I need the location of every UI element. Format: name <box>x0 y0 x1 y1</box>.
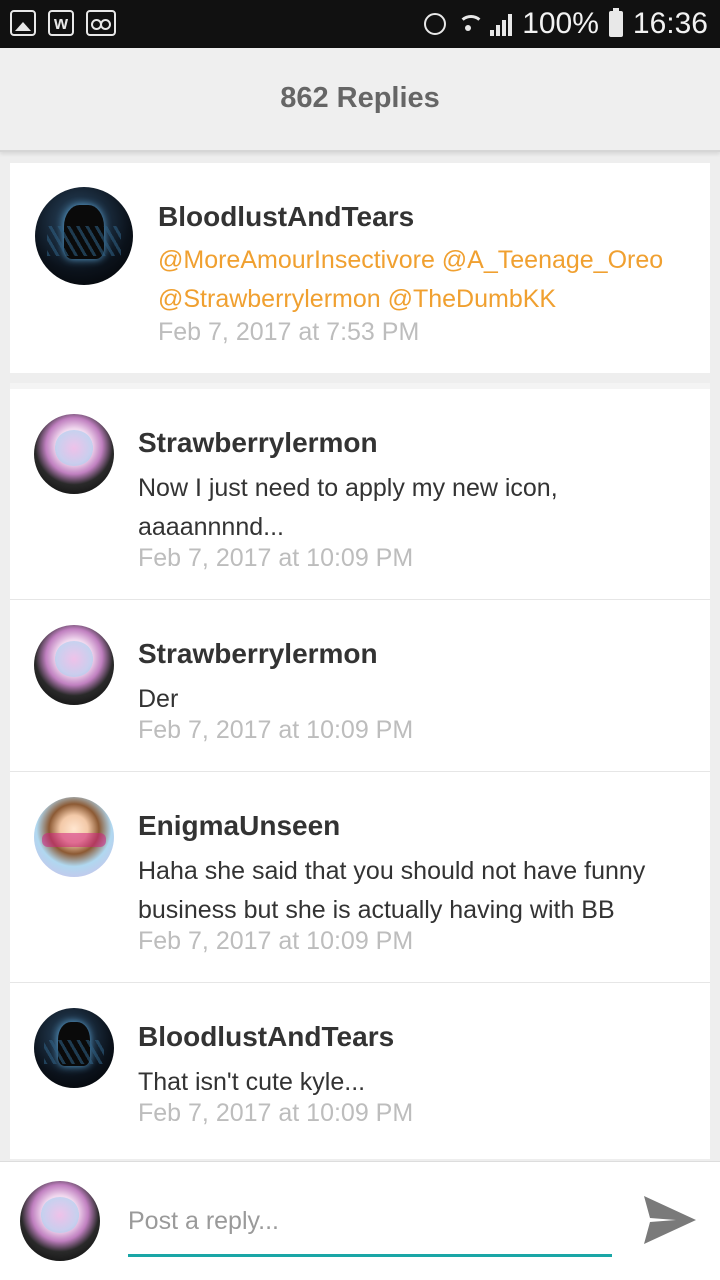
list-item[interactable]: Strawberrylermon Der Feb 7, 2017 at 10:0… <box>10 600 710 772</box>
reply-username[interactable]: Strawberrylermon <box>138 638 378 670</box>
avatar[interactable] <box>34 625 114 705</box>
wifi-icon <box>456 13 485 35</box>
reply-body: Now I just need to apply my new icon, aa… <box>138 469 688 547</box>
original-post[interactable]: BloodlustAndTears @MoreAmourInsectivore … <box>10 163 710 373</box>
reply-timestamp: Feb 7, 2017 at 10:09 PM <box>138 927 414 955</box>
reply-body-line: Now I just need to apply my new icon, <box>138 474 558 502</box>
wattpad-icon: w <box>48 10 74 36</box>
post-username[interactable]: BloodlustAndTears <box>158 201 414 233</box>
reply-body-line: aaaannnnd... <box>138 513 284 541</box>
reply-body-line: That isn't cute kyle... <box>138 1068 366 1096</box>
avatar[interactable] <box>34 414 114 494</box>
reply-timestamp: Feb 7, 2017 at 10:09 PM <box>138 544 414 572</box>
send-button[interactable] <box>640 1192 700 1248</box>
clock: 16:36 <box>632 7 708 40</box>
app-header: 862 Replies <box>0 48 720 152</box>
reply-body-line: business but she is actually having with… <box>138 896 615 924</box>
reply-timestamp: Feb 7, 2017 at 10:09 PM <box>138 1099 414 1127</box>
list-item[interactable]: BloodlustAndTears That isn't cute kyle..… <box>10 983 710 1159</box>
image-icon <box>10 10 36 36</box>
reply-input[interactable] <box>128 1200 612 1242</box>
battery-icon <box>608 8 623 37</box>
reply-username[interactable]: BloodlustAndTears <box>138 1021 394 1053</box>
list-item[interactable]: EnigmaUnseen Haha she said that you shou… <box>10 772 710 983</box>
reply-body: Haha she said that you should not have f… <box>138 852 688 930</box>
reply-composer <box>0 1161 720 1280</box>
mentions-line[interactable]: @MoreAmourInsectivore @A_Teenage_Oreo <box>158 241 698 280</box>
voicemail-icon <box>86 10 116 36</box>
reply-username[interactable]: EnigmaUnseen <box>138 810 340 842</box>
alarm-icon <box>424 13 447 35</box>
page-title: 862 Replies <box>280 82 440 114</box>
post-mentions[interactable]: @MoreAmourInsectivore @A_Teenage_Oreo @S… <box>158 241 698 319</box>
notification-icons: w <box>10 10 116 36</box>
reply-body-line: Der <box>138 685 179 713</box>
status-bar: w 100% 16:36 <box>0 0 720 48</box>
signal-icon <box>490 12 513 36</box>
avatar[interactable] <box>34 1008 114 1088</box>
list-item[interactable]: Strawberrylermon Now I just need to appl… <box>10 389 710 600</box>
avatar[interactable] <box>34 797 114 877</box>
avatar[interactable] <box>35 187 133 285</box>
send-icon <box>644 1196 696 1244</box>
reply-body: Der <box>138 680 688 719</box>
avatar <box>20 1181 100 1261</box>
reply-timestamp: Feb 7, 2017 at 10:09 PM <box>138 716 414 744</box>
mentions-line[interactable]: @Strawberrylermon @TheDumbKK <box>158 280 698 319</box>
reply-body: That isn't cute kyle... <box>138 1063 688 1102</box>
system-icons: 100% 16:36 <box>424 6 708 42</box>
reply-body-line: Haha she said that you should not have f… <box>138 857 646 885</box>
battery-percent: 100% <box>522 7 599 40</box>
reply-username[interactable]: Strawberrylermon <box>138 427 378 459</box>
replies-list[interactable]: Strawberrylermon Now I just need to appl… <box>10 383 710 1159</box>
input-underline <box>128 1254 612 1257</box>
post-timestamp: Feb 7, 2017 at 7:53 PM <box>158 318 420 346</box>
